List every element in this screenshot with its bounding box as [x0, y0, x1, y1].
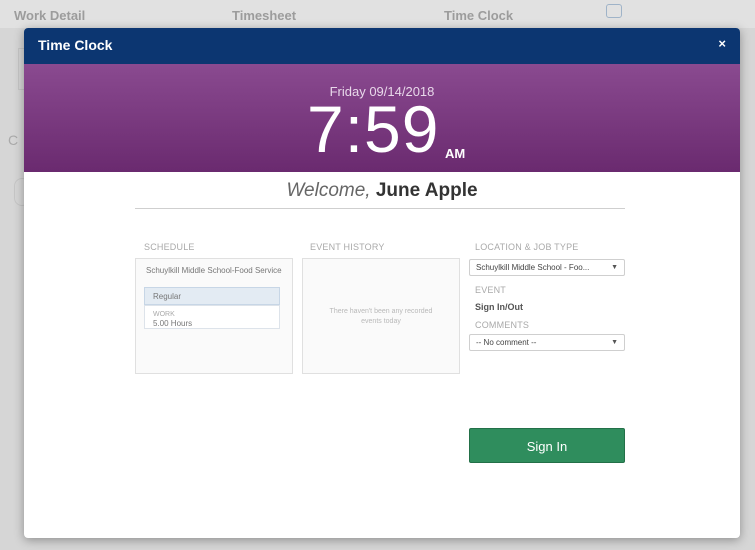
welcome-lead: Welcome,	[286, 180, 371, 201]
comments-value: -- No comment --	[476, 338, 537, 347]
user-name: June Apple	[375, 180, 478, 201]
schedule-label: SCHEDULE	[144, 242, 195, 252]
work-hours: 5.00 Hours	[153, 319, 193, 328]
schedule-type[interactable]: Regular	[144, 287, 280, 305]
event-history-empty: There haven't been any recorded events t…	[329, 308, 433, 325]
divider	[135, 208, 625, 209]
event-label: EVENT	[475, 285, 507, 295]
close-icon[interactable]: ×	[718, 36, 726, 51]
modal-header: Time Clock ×	[24, 28, 740, 64]
clock-time: 7:59	[307, 92, 440, 166]
location-job-value: Schuylkill Middle School - Foo...	[476, 263, 590, 272]
sign-in-button[interactable]: Sign In	[469, 428, 625, 463]
comments-label: COMMENTS	[475, 320, 530, 330]
schedule-location: Schuylkill Middle School-Food Service	[146, 266, 282, 275]
tab-work-detail[interactable]: Work Detail	[14, 8, 85, 23]
welcome-message: Welcome, June Apple	[24, 180, 740, 202]
clock-banner: Friday 09/14/2018 7:59 AM	[24, 64, 740, 172]
chat-icon[interactable]	[606, 4, 622, 18]
background-side-label: C	[8, 132, 19, 148]
location-job-label: LOCATION & JOB TYPE	[475, 242, 579, 252]
background-tab-bar: Work Detail Timesheet Time Clock	[0, 0, 755, 28]
location-job-select[interactable]: Schuylkill Middle School - Foo... ▼	[469, 259, 625, 276]
event-history-panel: There haven't been any recorded events t…	[302, 258, 460, 374]
schedule-panel: Schuylkill Middle School-Food Service Re…	[135, 258, 293, 374]
tab-timesheet[interactable]: Timesheet	[232, 8, 296, 23]
event-history-label: EVENT HISTORY	[310, 242, 385, 252]
comments-select[interactable]: -- No comment -- ▼	[469, 334, 625, 351]
chevron-down-icon: ▼	[611, 264, 618, 271]
chevron-down-icon: ▼	[611, 339, 618, 346]
work-label: WORK	[153, 311, 175, 318]
tab-time-clock[interactable]: Time Clock	[444, 8, 513, 23]
event-value: Sign In/Out	[475, 302, 523, 312]
modal-title: Time Clock	[38, 37, 113, 53]
schedule-work: WORK 5.00 Hours	[144, 305, 280, 329]
time-clock-modal: Time Clock × Friday 09/14/2018 7:59 AM W…	[24, 28, 740, 538]
clock-ampm: AM	[445, 146, 466, 161]
